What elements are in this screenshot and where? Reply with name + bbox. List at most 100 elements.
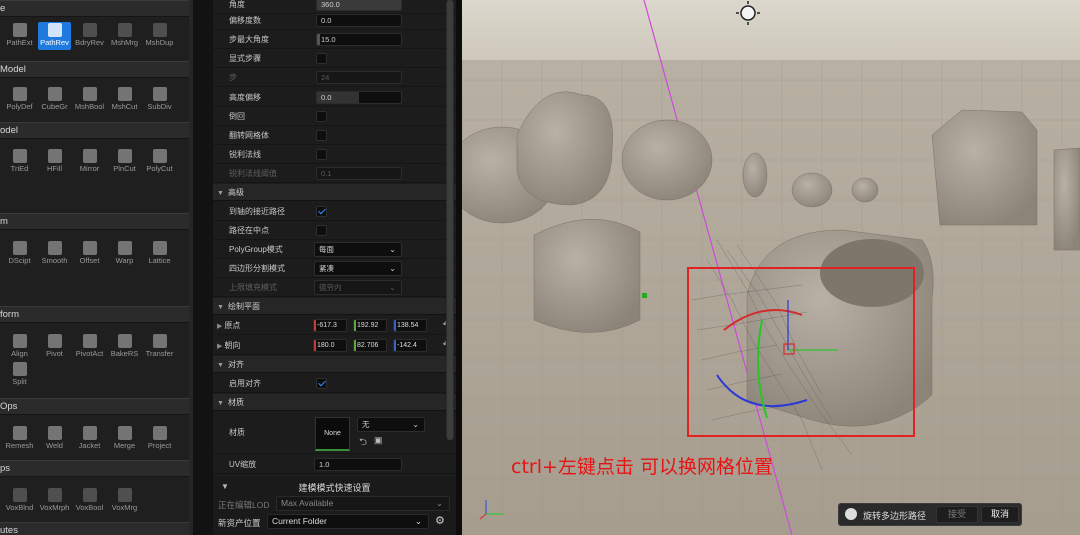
tool-pathext[interactable]: PathExt (3, 22, 36, 50)
explicit-steps-checkbox[interactable] (316, 53, 327, 64)
tool-subdiv[interactable]: SubDiv (143, 86, 176, 114)
tool-pivot[interactable]: Pivot (38, 333, 71, 361)
tool-pathrev[interactable]: PathRev (38, 22, 71, 50)
tool-cubegr[interactable]: CubeGr (38, 86, 71, 114)
tool-lattice[interactable]: Lattice (143, 240, 176, 268)
property-row: 步最大角度 15.0 (213, 30, 456, 49)
uv-scale-input[interactable]: 1.0 (314, 458, 402, 471)
tool-jacket[interactable]: Jacket (73, 425, 106, 453)
origin-y-input[interactable]: 192.92 (353, 319, 387, 332)
origin-z-input[interactable]: 138.54 (393, 319, 427, 332)
property-row: 启用对齐 (213, 374, 456, 393)
tool-mshdup[interactable]: MshDup (143, 22, 176, 50)
details-scrollbar[interactable] (446, 0, 454, 440)
tool-tried[interactable]: TriEd (3, 148, 36, 176)
tool-align[interactable]: Align (3, 333, 36, 361)
tool-project[interactable]: Project (143, 425, 176, 453)
section-advanced[interactable]: ▼ 高级 (213, 184, 456, 201)
tool-voxblnd[interactable]: VoxBlnd (3, 487, 36, 515)
new-asset-select[interactable]: Current Folder ⌄ (267, 514, 429, 529)
tool-pivotact[interactable]: PivotAct (73, 333, 106, 361)
tool-warp[interactable]: Warp (108, 240, 141, 268)
tool-transfer[interactable]: Transfer (143, 333, 176, 361)
sculpt-icon (12, 241, 27, 255)
category-header[interactable]: m (0, 213, 193, 230)
orient-y-input[interactable]: 82.706 (353, 339, 387, 352)
material-select[interactable]: 无 ⌄ (357, 417, 425, 432)
tool-mirror[interactable]: Mirror (73, 148, 106, 176)
tool-merge[interactable]: Merge (108, 425, 141, 453)
enable-snapping-checkbox[interactable] (316, 378, 327, 389)
panel-gap (193, 0, 213, 535)
property-row: 上限填充模式 德劳内 ⌄ (213, 278, 456, 297)
orient-z-input[interactable]: -142.4 (393, 339, 427, 352)
tool-row: Split (0, 361, 193, 389)
orient-x-input[interactable]: 180.0 (313, 339, 347, 352)
category-header[interactable]: Model (0, 61, 193, 78)
origin-x-input[interactable]: -617.3 (313, 319, 347, 332)
property-row: 偏移度数 0.0 (213, 11, 456, 30)
section-material[interactable]: ▼ 材质 (213, 394, 456, 411)
browse-arrow-icon[interactable]: ⮌ (359, 435, 367, 452)
category-header[interactable]: Ops (0, 398, 193, 415)
tool-weld[interactable]: Weld (38, 425, 71, 453)
cap-fill-select[interactable]: 德劳内 ⌄ (314, 280, 402, 295)
hole-fill-icon (47, 149, 62, 163)
path-center-checkbox[interactable] (316, 225, 327, 236)
tool-polydef[interactable]: PolyDef (3, 86, 36, 114)
category-header[interactable]: form (0, 306, 193, 323)
tool-plncut[interactable]: PlnCut (108, 148, 141, 176)
lod-label: 正在编辑LOD (218, 500, 270, 510)
plane-cut-icon (117, 149, 132, 163)
steps-input[interactable]: 24 (316, 71, 402, 84)
accept-button[interactable]: 接受 (936, 506, 978, 523)
arrow-right-icon (152, 334, 167, 348)
tool-voxbool[interactable]: VoxBool (73, 487, 106, 515)
gear-icon[interactable]: ⚙ (435, 514, 445, 527)
folder-icon[interactable]: ▣ (374, 435, 383, 446)
voxel-morph-icon (47, 488, 62, 502)
tool-mshcut[interactable]: MshCut (108, 86, 141, 114)
material-thumbnail[interactable]: None (315, 417, 350, 451)
property-row: UV缩放 1.0 (213, 455, 456, 474)
max-step-angle-input[interactable]: 15.0 (316, 33, 402, 46)
tool-smooth[interactable]: Smooth (38, 240, 71, 268)
sharp-normals-checkbox[interactable] (316, 149, 327, 160)
category-header[interactable]: utes (0, 522, 193, 535)
tool-bakers[interactable]: BakeRS (108, 333, 141, 361)
angle-input[interactable]: 360.0 (316, 0, 402, 11)
tool-polycut[interactable]: PolyCut (143, 148, 176, 176)
tool-remesh[interactable]: Remesh (3, 425, 36, 453)
offset-degrees-input[interactable]: 0.0 (316, 14, 402, 27)
sharp-threshold-input[interactable]: 0.1 (316, 167, 402, 180)
section-snapping[interactable]: ▼ 对齐 (213, 356, 456, 373)
chevron-down-icon: ▼ (217, 304, 224, 311)
flip-mesh-checkbox[interactable] (316, 130, 327, 141)
tool-dsculpt[interactable]: DScipt (3, 240, 36, 268)
tool-voxmrg[interactable]: VoxMrg (108, 487, 141, 515)
property-row: ▶ 原点 -617.3 192.92 138.54 ↶ (213, 316, 456, 335)
voxel-merge-icon (117, 488, 132, 502)
tool-split[interactable]: Split (3, 361, 36, 389)
tool-offset[interactable]: Offset (73, 240, 106, 268)
category-header[interactable]: ps (0, 460, 193, 477)
tool-row: PolyDef CubeGr MshBool MshCut SubDiv (0, 86, 193, 114)
closest-path-checkbox[interactable] (316, 206, 327, 217)
3d-viewport[interactable]: ctrl+左键点击 可以换网格位置 (462, 0, 1080, 535)
chamfer-checkbox[interactable] (316, 111, 327, 122)
tool-bdryrev[interactable]: BdryRev (73, 22, 106, 50)
polygroup-mode-select[interactable]: 每面 ⌄ (314, 242, 402, 257)
category-header[interactable]: e (0, 0, 193, 17)
tool-mshmrg[interactable]: MshMrg (108, 22, 141, 50)
tool-hfill[interactable]: HFill (38, 148, 71, 176)
tool-voxmrph[interactable]: VoxMrph (38, 487, 71, 515)
category-header[interactable]: odel (0, 122, 193, 139)
quad-split-select[interactable]: 紧凑 ⌄ (314, 261, 402, 276)
section-draw-plane[interactable]: ▼ 绘制平面 (213, 298, 456, 315)
height-offset-input[interactable]: 0.0 (316, 91, 402, 104)
lod-select[interactable]: Max Available ⌄ (276, 496, 450, 511)
pencil-icon (12, 23, 27, 37)
split-icon (12, 362, 27, 376)
tool-mshbool[interactable]: MshBool (73, 86, 106, 114)
cancel-button[interactable]: 取消 (981, 506, 1019, 523)
